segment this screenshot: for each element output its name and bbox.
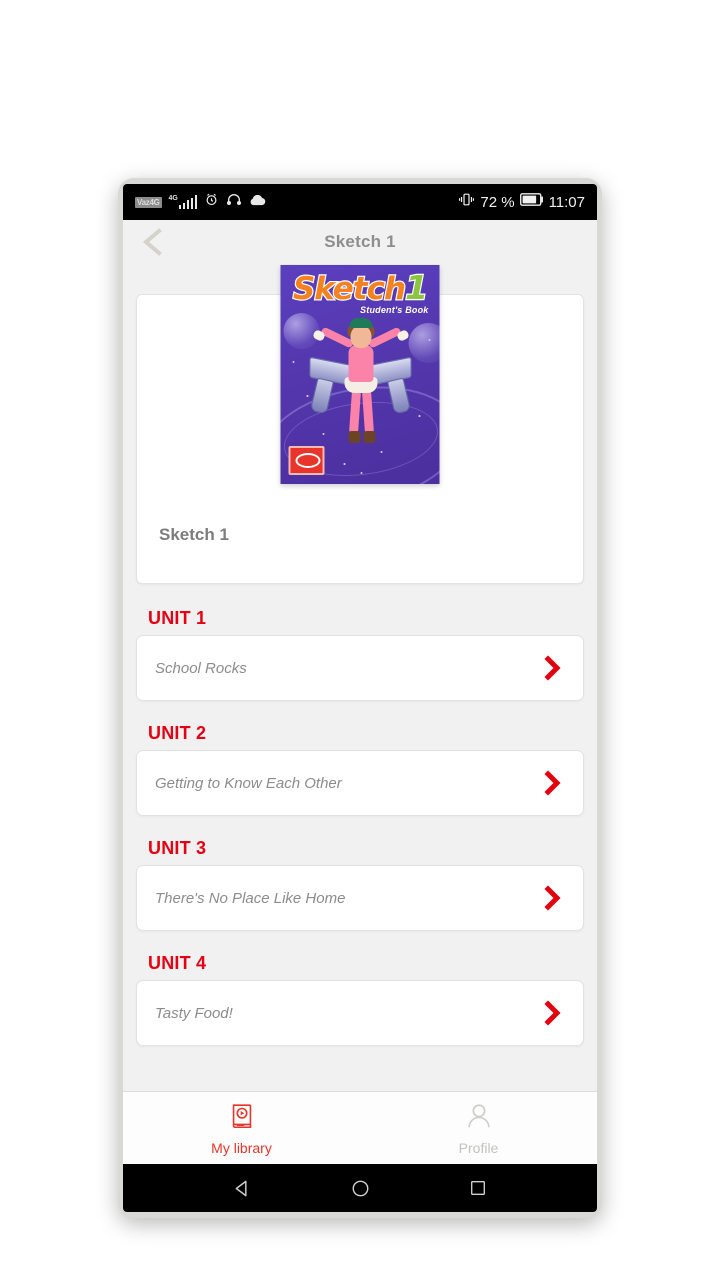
unit-name: Tasty Food!: [155, 1004, 233, 1022]
recents-square-icon[interactable]: [456, 1166, 500, 1210]
back-triangle-icon[interactable]: [220, 1166, 264, 1210]
tab-profile[interactable]: Profile: [360, 1092, 597, 1164]
unit-card[interactable]: School Rocks: [136, 635, 584, 701]
cover-title-word: Sketch: [292, 271, 408, 307]
unit-name: There's No Place Like Home: [155, 889, 346, 907]
chevron-right-icon[interactable]: [543, 1000, 565, 1026]
planet-decoration: [408, 323, 440, 363]
alarm-clock-icon: [204, 192, 219, 212]
battery-percent-label: 72 %: [480, 193, 515, 211]
unit-label: UNIT 1: [148, 608, 207, 628]
status-bar-left: Vaz4G 4G: [135, 192, 266, 212]
clock-label: 11:07: [548, 193, 585, 211]
unit-block: UNIT 2 Getting to Know Each Other: [136, 723, 584, 816]
chevron-right-icon[interactable]: [543, 770, 565, 796]
unit-card[interactable]: There's No Place Like Home: [136, 865, 584, 931]
cover-title-number: 1: [404, 268, 429, 307]
unit-list: UNIT 1 School Rocks UNIT 2 Getting to Kn…: [136, 608, 584, 1046]
tab-label: Profile: [458, 1139, 499, 1156]
unit-block: UNIT 4 Tasty Food!: [136, 953, 584, 1046]
book-cover-image: Sketch1 Student's Book: [280, 265, 440, 484]
unit-card[interactable]: Getting to Know Each Other: [136, 750, 584, 816]
cloud-icon: [249, 193, 266, 211]
content-scroll-area[interactable]: Sketch1 Student's Book Sketch 1 UNIT 1 S…: [123, 264, 597, 1092]
bottom-tab-bar: My library Profile: [123, 1091, 597, 1164]
unit-card[interactable]: Tasty Food!: [136, 980, 584, 1046]
headphones-icon: [226, 193, 242, 211]
book-play-icon: [227, 1101, 257, 1136]
unit-label: UNIT 3: [148, 838, 207, 858]
status-bar-right: 72 % 11:07: [458, 192, 585, 212]
unit-label: UNIT 4: [148, 953, 207, 973]
vibrate-icon: [458, 192, 475, 212]
carrier-badge: Vaz4G: [135, 196, 162, 208]
unit-name: Getting to Know Each Other: [155, 774, 342, 792]
cover-subtitle: Student's Book: [360, 305, 429, 315]
app-header: Sketch 1: [123, 220, 597, 264]
unit-label: UNIT 2: [148, 723, 207, 743]
network-type-label: 4G: [168, 195, 178, 202]
home-circle-icon[interactable]: [338, 1166, 382, 1210]
cover-illustration-girl: [309, 317, 411, 467]
android-nav-bar: [123, 1164, 597, 1212]
book-card-title: Sketch 1: [159, 525, 229, 544]
unit-name: School Rocks: [155, 659, 247, 677]
cover-title: Sketch1: [281, 270, 440, 307]
unit-block: UNIT 1 School Rocks: [136, 608, 584, 701]
battery-icon: [519, 193, 544, 211]
status-bar: Vaz4G 4G 72 % 11:07: [123, 184, 597, 220]
tab-label: My library: [211, 1139, 272, 1156]
phone-screen: Vaz4G 4G 72 % 11:07 Sketch 1 Sketch1 Stu…: [123, 184, 597, 1212]
chevron-right-icon[interactable]: [543, 885, 565, 911]
signal-bars-icon: 4G: [169, 195, 198, 209]
page-title: Sketch 1: [324, 232, 396, 251]
publisher-logo: [288, 446, 325, 475]
unit-block: UNIT 3 There's No Place Like Home: [136, 838, 584, 931]
book-card[interactable]: Sketch1 Student's Book Sketch 1: [136, 265, 584, 584]
person-icon: [464, 1101, 494, 1136]
phone-frame: Vaz4G 4G 72 % 11:07 Sketch 1 Sketch1 Stu…: [118, 178, 602, 1218]
back-button[interactable]: [133, 222, 173, 262]
chevron-left-icon: [142, 228, 162, 256]
tab-my-library[interactable]: My library: [123, 1092, 360, 1164]
signal-bars-glyph: [178, 195, 198, 209]
chevron-right-icon[interactable]: [543, 655, 565, 681]
